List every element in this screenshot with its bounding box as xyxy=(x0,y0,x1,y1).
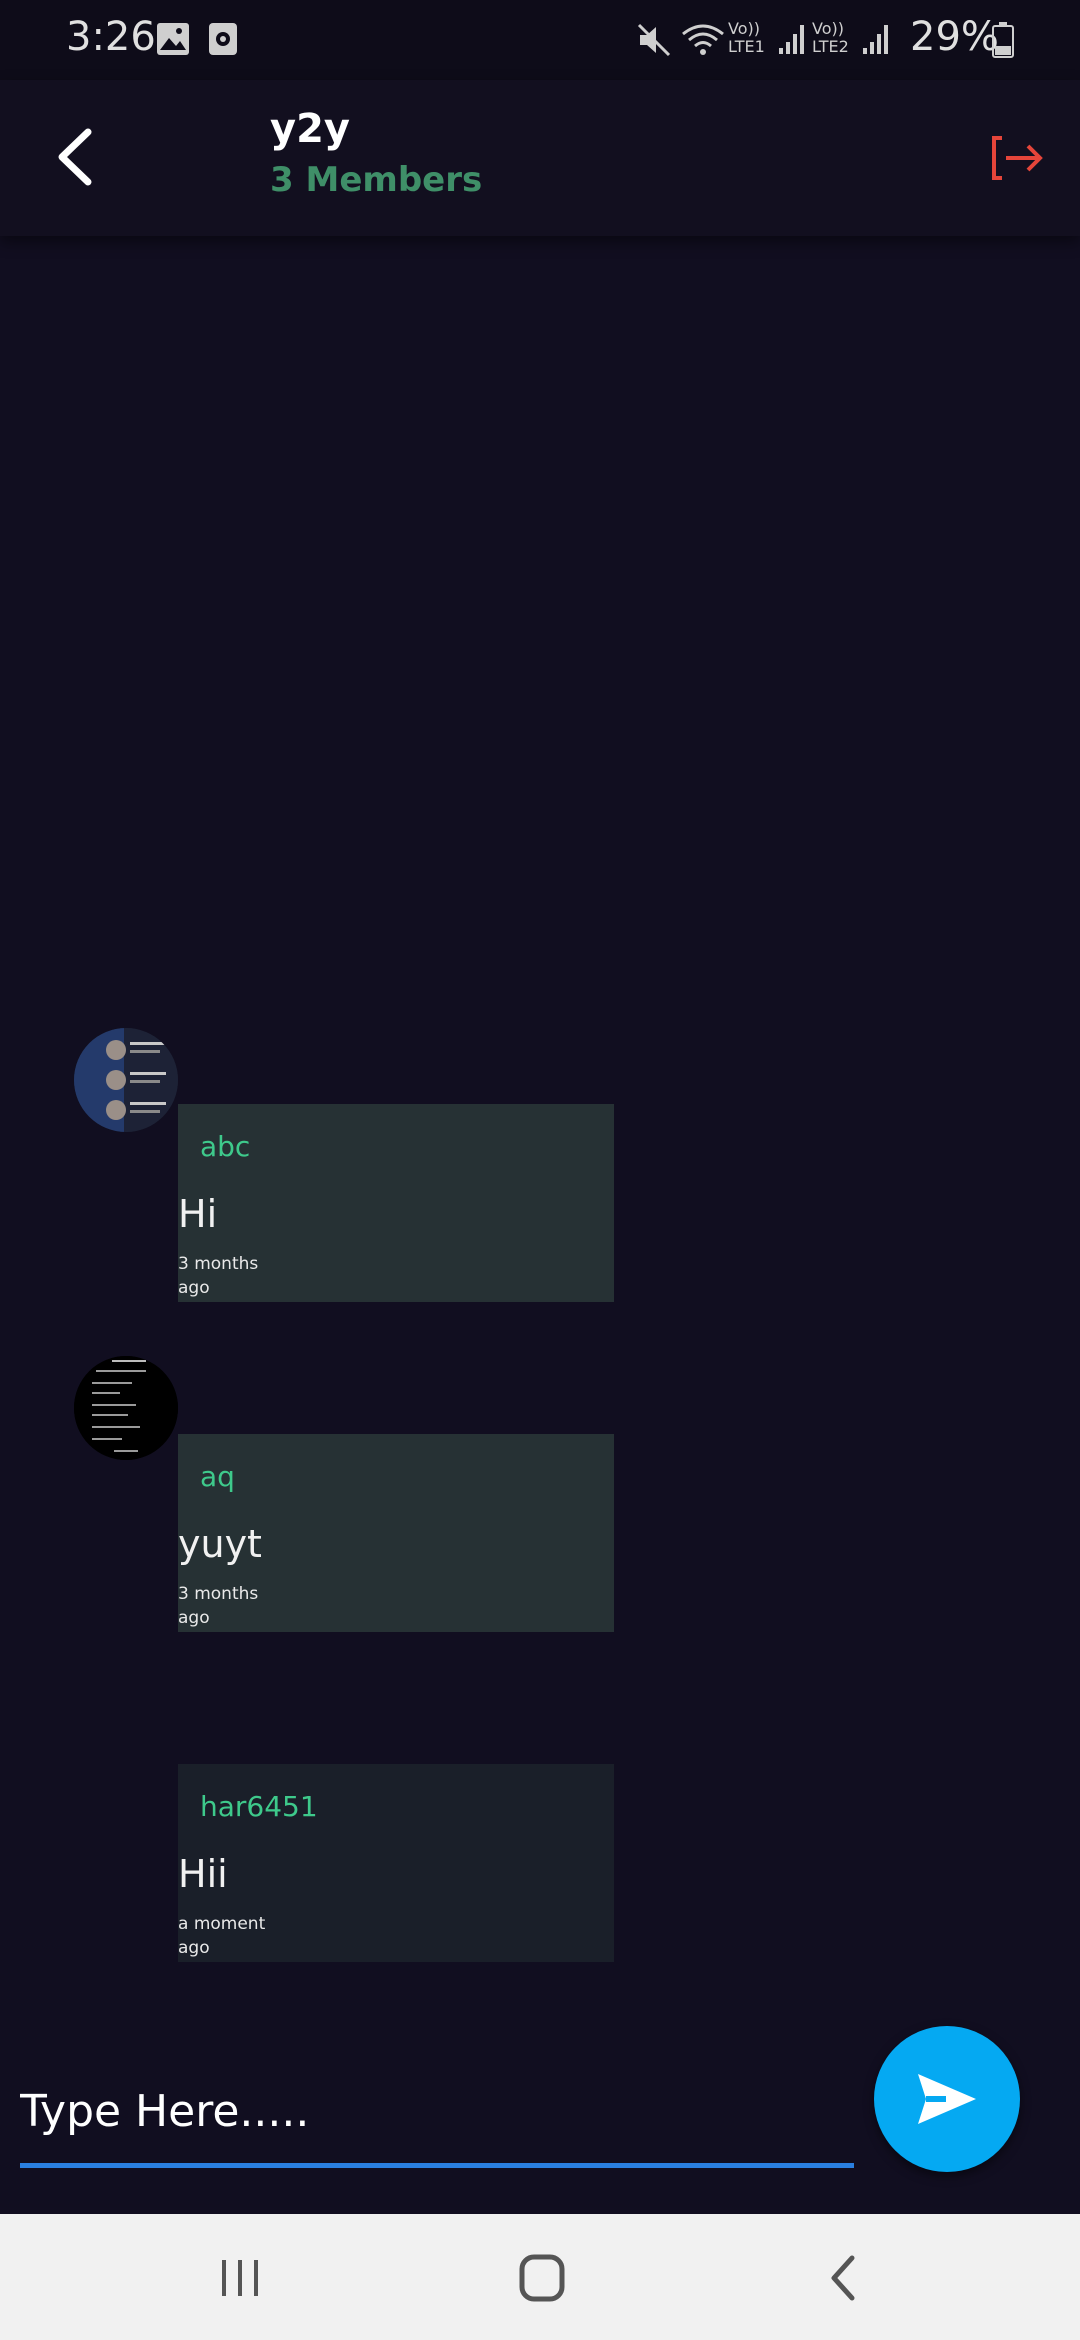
avatar-aq[interactable] xyxy=(74,1356,178,1460)
sim2-label: Vo)) LTE2 xyxy=(812,19,849,56)
screen-recorder-icon xyxy=(209,23,237,55)
signal-icon xyxy=(779,25,804,54)
message-time: a moment ago xyxy=(178,1914,266,1958)
message-text: Hii xyxy=(178,1852,228,1896)
message-time: 3 months ago xyxy=(178,1584,259,1628)
message-input[interactable] xyxy=(20,2060,854,2168)
message-sender: abc xyxy=(200,1130,251,1163)
system-nav-bar xyxy=(0,2214,1080,2340)
message-sender: aq xyxy=(200,1460,235,1493)
avatar-abc[interactable] xyxy=(74,1028,178,1132)
home-icon[interactable] xyxy=(512,2250,572,2306)
avatar-image xyxy=(74,1028,178,1132)
wifi-icon xyxy=(682,24,724,55)
member-count[interactable]: 3 Members xyxy=(270,160,482,200)
back-arrow-icon[interactable] xyxy=(50,122,100,192)
message-bubble-3[interactable]: har6451 Hii a moment ago xyxy=(178,1764,614,1962)
app-bar: y2y 3 Members xyxy=(0,80,1080,236)
exit-group-icon[interactable] xyxy=(990,132,1046,184)
status-bar: 3:26 Vo)) LTE1 Vo)) LTE2 29% xyxy=(0,0,1080,80)
message-bubble-2[interactable]: aq yuyt 3 months ago xyxy=(178,1434,614,1632)
message-text: yuyt xyxy=(178,1522,262,1566)
message-bubble-1[interactable]: abc Hi 3 months ago xyxy=(178,1104,614,1302)
message-sender: har6451 xyxy=(200,1790,318,1823)
battery-percent: 29% xyxy=(910,14,999,60)
battery-icon xyxy=(992,22,1014,58)
group-title[interactable]: y2y xyxy=(270,106,350,152)
message-input-container xyxy=(20,2060,854,2168)
status-time: 3:26 xyxy=(66,14,156,60)
sim1-label: Vo)) LTE1 xyxy=(728,19,765,56)
message-text: Hi xyxy=(178,1192,218,1236)
avatar-image xyxy=(74,1356,178,1460)
send-button[interactable] xyxy=(874,2026,1020,2172)
system-back-icon[interactable] xyxy=(814,2250,874,2306)
signal-icon-2 xyxy=(863,25,888,54)
mute-icon xyxy=(637,23,671,57)
message-time: 3 months ago xyxy=(178,1254,259,1298)
gallery-icon xyxy=(157,23,189,55)
recent-apps-icon[interactable] xyxy=(210,2250,270,2306)
send-icon xyxy=(918,2074,976,2124)
